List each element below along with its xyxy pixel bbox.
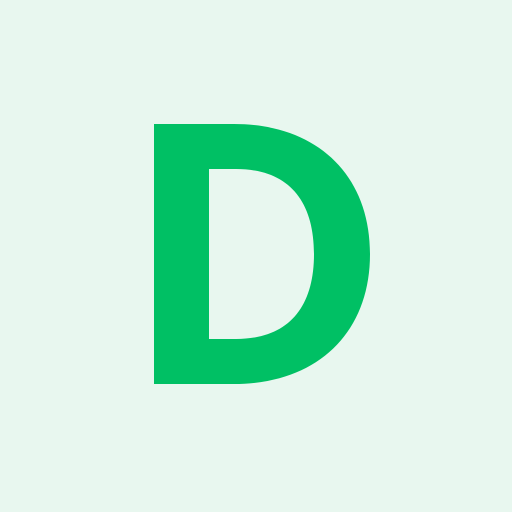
letter-d-mark: [154, 124, 370, 384]
letter-d-logo-icon: [154, 124, 370, 384]
logo-canvas: D: [0, 0, 512, 512]
